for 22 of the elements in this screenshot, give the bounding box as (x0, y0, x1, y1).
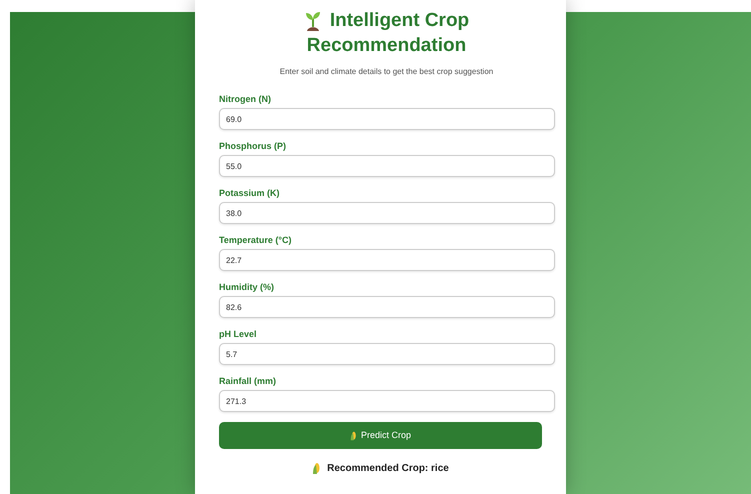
field-label: Nitrogen (N) (219, 93, 272, 105)
field-label: Potassium (K) (219, 187, 281, 199)
app-title: Recommendation (306, 34, 466, 58)
corn-icon (312, 462, 322, 475)
subtitle: Enter soil and climate details to get the best crop suggestion (278, 66, 494, 78)
field-label: Temperature (°C) (219, 234, 292, 246)
predict-crop-button[interactable]: Predict Crop (219, 422, 542, 449)
input-field[interactable]: 5.7 (219, 343, 555, 365)
field-label: Phosphorus (P) (219, 140, 287, 152)
seedling-icon (304, 10, 322, 30)
field-label: Rainfall (mm) (219, 375, 278, 387)
input-field[interactable]: 69.0 (219, 108, 555, 130)
field-label: pH Level (219, 328, 258, 340)
corn-icon (350, 430, 357, 440)
input-field[interactable]: 271.3 (219, 390, 555, 412)
input-field[interactable]: 82.6 (219, 296, 555, 318)
input-field[interactable]: 55.0 (219, 155, 555, 177)
input-field[interactable]: 38.0 (219, 202, 555, 224)
input-field[interactable]: 22.7 (219, 249, 555, 271)
field-label: Humidity (%) (219, 281, 275, 293)
app-title: Intelligent Crop (330, 9, 470, 33)
result-text: Recommended Crop: rice (327, 462, 449, 476)
